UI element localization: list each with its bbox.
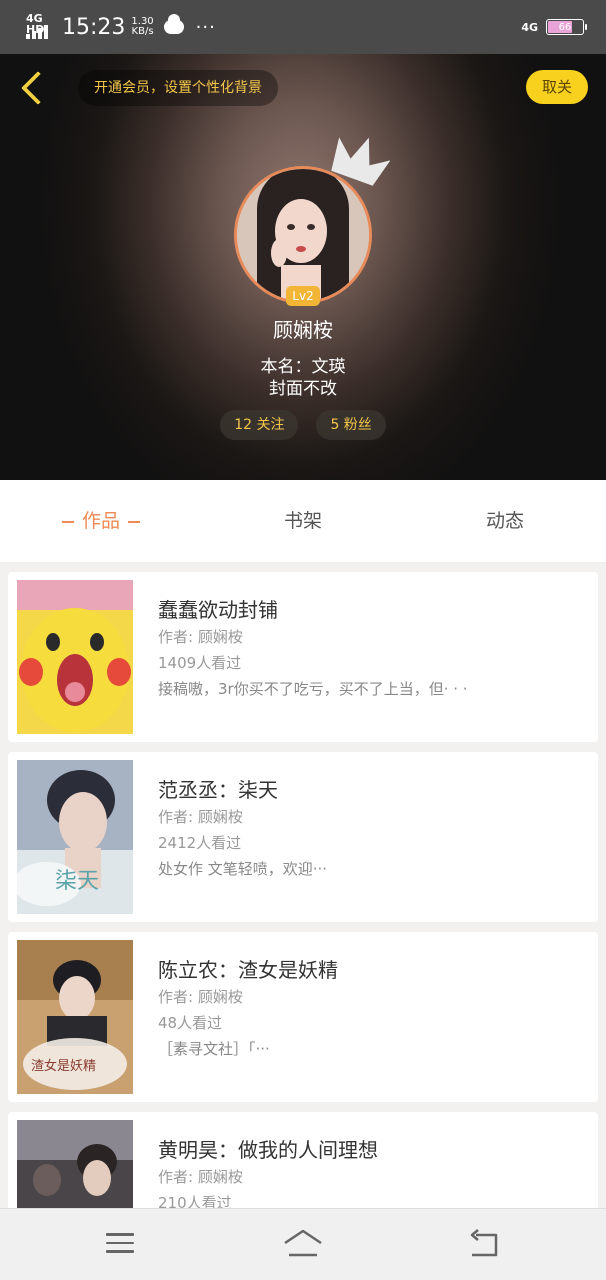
clock: 15:23 <box>62 14 126 40</box>
tab-works-label: 作品 <box>54 510 148 532</box>
tab-works[interactable]: 作品 <box>0 480 202 562</box>
system-nav-bar <box>0 1208 606 1280</box>
works-list: 蠢蠢欲动封铺 作者: 顾娴桉 1409人看过 接稿嗷，3r你买不了吃亏，买不了上… <box>0 562 606 1208</box>
work-author: 作者: 顾娴桉 <box>158 988 243 1006</box>
tab-bookshelf-label: 书架 <box>283 510 322 532</box>
work-title: 范丞丞：柒天 <box>158 778 278 802</box>
following-count[interactable]: 12 关注 <box>220 410 299 440</box>
work-card[interactable]: 蠢蠢欲动封铺 作者: 顾娴桉 1409人看过 接稿嗷，3r你买不了吃亏，买不了上… <box>8 572 598 742</box>
work-card[interactable]: 柒天 范丞丞：柒天 作者: 顾娴桉 2412人看过 处女作 文笔轻喷，欢迎··· <box>8 752 598 922</box>
avatar-container[interactable]: Lv2 <box>234 137 390 306</box>
tab-activity[interactable]: 动态 <box>404 480 606 562</box>
profile-tabs: 作品 书架 动态 <box>0 480 606 562</box>
cover-text: 柒天 <box>55 869 99 894</box>
avatar[interactable] <box>234 166 372 304</box>
username: 顾娴桉 <box>273 318 333 342</box>
work-author: 作者: 顾娴桉 <box>158 1168 243 1186</box>
followers-count[interactable]: 5 粉丝 <box>316 410 386 440</box>
battery-icon: 66 <box>546 19 587 35</box>
tab-activity-label: 动态 <box>485 510 524 532</box>
work-author: 作者: 顾娴桉 <box>158 808 243 826</box>
network-speed: 1.30 KB/s <box>131 17 153 37</box>
unfollow-button[interactable]: 取关 <box>526 70 588 104</box>
home-icon[interactable] <box>283 1227 323 1263</box>
app-root: 4G HD 15:23 1.30 KB/s ··· 4G 66 开通会员，设置个… <box>0 0 606 1280</box>
vip-background-prompt[interactable]: 开通会员，设置个性化背景 <box>78 70 278 106</box>
work-views: 48人看过 <box>158 1014 223 1032</box>
work-title: 黄明昊：做我的人间理想 <box>158 1138 378 1162</box>
work-views: 1409人看过 <box>158 654 242 672</box>
profile-header: 开通会员，设置个性化背景 取关 Lv2 顾娴桉 本名：文瑛 封面不改 12 关注… <box>0 54 606 480</box>
work-description: 处女作 文笔轻喷，欢迎··· <box>158 860 328 878</box>
work-cover: 渣女是妖精 <box>17 940 133 1094</box>
work-description: 接稿嗷，3r你买不了吃亏，买不了上当，但· · · <box>158 680 468 698</box>
more-notifications-icon: ··· <box>195 16 216 38</box>
work-author: 作者: 顾娴桉 <box>158 628 243 646</box>
work-card[interactable]: 黄明昊：做我的人间理想 作者: 顾娴桉 210人看过 <box>8 1112 598 1208</box>
signal-icon: 4G HD <box>26 13 54 41</box>
bio-line-2: 封面不改 <box>269 379 337 399</box>
work-title: 陈立农：渣女是妖精 <box>158 958 338 982</box>
menu-icon[interactable] <box>100 1227 140 1263</box>
work-cover: 柒天 <box>17 760 133 914</box>
work-views: 2412人看过 <box>158 834 242 852</box>
network-type: 4G <box>521 20 538 34</box>
back-button[interactable] <box>14 66 54 110</box>
work-description: ［素寻文社］「··· <box>158 1040 270 1058</box>
cloud-icon <box>163 14 184 34</box>
speed-unit: KB/s <box>131 26 154 37</box>
level-badge: Lv2 <box>286 286 320 306</box>
bio-line-1: 本名：文瑛 <box>260 357 346 377</box>
cover-text: 渣女是妖精 <box>31 1058 96 1074</box>
battery-level: 66 <box>558 21 572 33</box>
stats-row: 12 关注 5 粉丝 <box>0 410 606 440</box>
work-views: 210人看过 <box>158 1194 232 1208</box>
work-cover <box>17 580 133 734</box>
work-card[interactable]: 渣女是妖精 陈立农：渣女是妖精 作者: 顾娴桉 48人看过 ［素寻文社］「··· <box>8 932 598 1102</box>
work-cover <box>17 1120 133 1208</box>
back-nav-icon[interactable] <box>466 1227 506 1263</box>
status-bar: 4G HD 15:23 1.30 KB/s ··· 4G 66 <box>0 0 606 54</box>
work-title: 蠢蠢欲动封铺 <box>158 598 278 622</box>
tab-bookshelf[interactable]: 书架 <box>202 480 404 562</box>
bio: 本名：文瑛 封面不改 <box>0 356 606 400</box>
